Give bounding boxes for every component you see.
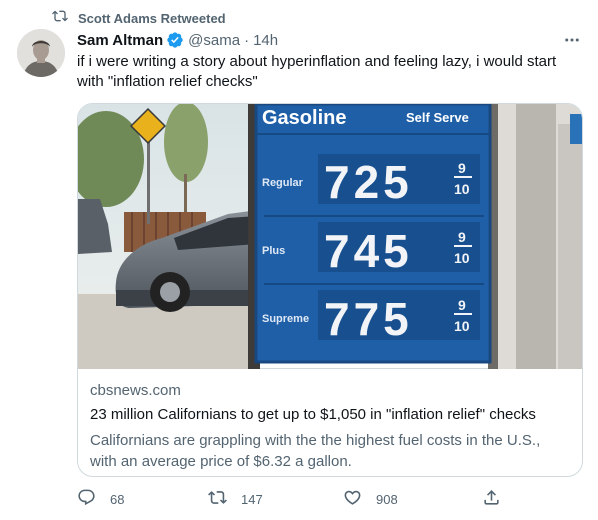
share-icon [482,488,501,510]
reply-count: 68 [110,491,125,507]
header-separator: · [244,31,250,49]
sign-brand: Gasoline [262,107,346,129]
retweet-count: 147 [241,491,263,507]
retweet-label: Scott Adams Retweeted [78,10,226,26]
card-image: Gasoline Self Serve Regular 725 9 10 Plu… [78,104,582,369]
retweet-action-icon [208,488,227,510]
card-title: 23 million Californians to get up to $1,… [90,406,536,423]
heart-icon [343,488,362,510]
fraction-bottom-plus: 10 [454,250,470,266]
retweet-icon [52,8,68,29]
tweet-header: Sam Altman @sama · 14h [77,30,278,50]
card-domain: cbsnews.com [90,382,181,399]
reply-button[interactable]: 68 [77,488,124,510]
price-plus: 745 [324,225,413,277]
author-name[interactable]: Sam Altman [77,32,163,49]
card-description: Californians are grappling with the the … [90,432,541,470]
fraction-top-plus: 9 [458,229,466,245]
like-count: 908 [376,491,398,507]
like-button[interactable]: 908 [343,488,398,510]
retweet-context[interactable]: Scott Adams Retweeted [52,9,226,27]
tweet-timestamp[interactable]: 14h [253,32,278,49]
avatar[interactable] [17,29,65,77]
grade-name-supreme: Supreme [262,313,309,325]
more-options-icon[interactable] [562,30,582,50]
verified-badge-icon [166,31,184,49]
grade-name-plus: Plus [262,245,285,257]
fraction-bottom-supreme: 10 [454,318,470,334]
fraction-top-regular: 9 [458,160,466,176]
link-card[interactable]: Gasoline Self Serve Regular 725 9 10 Plu… [77,103,583,477]
grade-name-regular: Regular [262,177,304,189]
tweet-text: if i were writing a story about hyperinf… [77,53,557,90]
fraction-top-supreme: 9 [458,297,466,313]
price-regular: 725 [324,156,413,208]
price-supreme: 775 [324,293,413,345]
author-handle[interactable]: @sama [188,32,240,49]
reply-icon [77,488,96,510]
sign-service: Self Serve [406,110,469,125]
action-bar: 68 147 908 [77,488,517,510]
fraction-bottom-regular: 10 [454,181,470,197]
share-button[interactable] [482,488,501,510]
retweet-button[interactable]: 147 [208,488,263,510]
